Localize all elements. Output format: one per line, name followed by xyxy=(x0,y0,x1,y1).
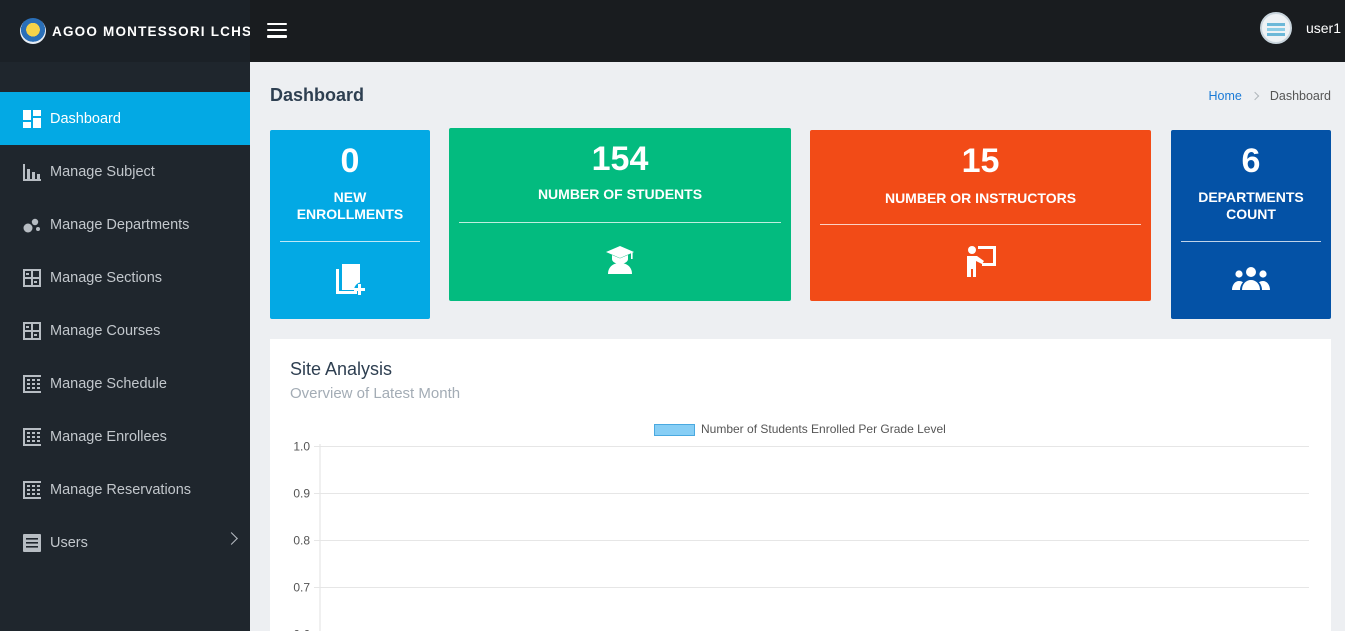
card-new-enrollments[interactable]: 0 NEW ENROLLMENTS xyxy=(270,130,430,319)
breadcrumb-separator-icon xyxy=(1250,91,1260,101)
sidebar-item-users[interactable]: Users xyxy=(0,516,250,569)
enrollment-chart: Number of Students Enrolled Per Grade Le… xyxy=(293,422,1309,631)
grid-icon xyxy=(22,321,42,340)
graduate-icon xyxy=(449,245,791,275)
user-name[interactable]: user1 xyxy=(1306,20,1341,36)
card-departments-count[interactable]: 6 DEPARTMENTS COUNT xyxy=(1171,130,1331,319)
table-icon xyxy=(22,427,42,446)
sidebar-item-dashboard[interactable]: Dashboard xyxy=(0,92,250,145)
sidebar-item-manage-departments[interactable]: Manage Departments xyxy=(0,198,250,251)
sidebar-nav: Dashboard Manage Subject Manage Departme… xyxy=(0,92,250,569)
bubbles-icon xyxy=(22,216,42,234)
card-divider xyxy=(1181,241,1321,242)
card-value: 15 xyxy=(961,142,1000,180)
y-tick-label: 1.0 xyxy=(293,440,310,454)
grid-icon xyxy=(22,268,42,287)
card-label-line: NEW xyxy=(333,189,367,205)
card-value: 0 xyxy=(340,142,360,180)
card-value: 6 xyxy=(1241,142,1261,180)
brand-name: AGOO MONTESSORI LCHS xyxy=(52,23,253,39)
table-icon xyxy=(22,374,42,393)
sidebar-item-label: Dashboard xyxy=(50,110,121,127)
site-analysis-panel: Site Analysis Overview of Latest Month N… xyxy=(270,339,1331,631)
legend-label: Number of Students Enrolled Per Grade Le… xyxy=(701,422,946,436)
card-label: NUMBER OR INSTRUCTORS xyxy=(884,190,1077,206)
teacher-board-icon xyxy=(810,244,1151,278)
breadcrumb: Home Dashboard xyxy=(1209,89,1332,103)
brand[interactable]: AGOO MONTESSORI LCHS xyxy=(0,0,253,62)
card-value: 154 xyxy=(591,140,649,178)
sidebar-item-manage-subject[interactable]: Manage Subject xyxy=(0,145,250,198)
school-logo xyxy=(20,18,46,44)
sidebar-item-label: Manage Schedule xyxy=(50,375,167,392)
sidebar-item-label: Manage Sections xyxy=(50,269,163,286)
breadcrumb-current: Dashboard xyxy=(1269,89,1331,103)
list-icon xyxy=(22,533,42,552)
y-tick-label: 0.7 xyxy=(293,581,310,595)
topbar: user1 xyxy=(250,0,1345,62)
card-number-of-students[interactable]: 154 NUMBER OF STUDENTS xyxy=(449,128,791,301)
sidebar-item-label: Manage Enrollees xyxy=(50,428,167,445)
sidebar: AGOO MONTESSORI LCHS Dashboard Manage Su… xyxy=(0,0,253,631)
page-title: Dashboard xyxy=(270,85,365,105)
avatar[interactable] xyxy=(1259,12,1292,44)
sidebar-item-manage-sections[interactable]: Manage Sections xyxy=(0,251,250,304)
user-menu[interactable]: user1 xyxy=(1259,12,1341,44)
add-book-icon xyxy=(270,263,430,295)
sidebar-item-label: Manage Subject xyxy=(50,163,155,180)
hamburger-icon[interactable] xyxy=(267,23,287,39)
card-divider xyxy=(820,224,1141,225)
dashboard-icon xyxy=(22,109,42,128)
y-tick-label: 0.9 xyxy=(293,487,310,501)
y-tick-label: 0.8 xyxy=(293,534,310,548)
bar-chart-icon xyxy=(22,163,42,181)
sidebar-item-manage-reservations[interactable]: Manage Reservations xyxy=(0,463,250,516)
card-label: DEPARTMENTS COUNT xyxy=(1171,189,1331,223)
card-divider xyxy=(459,222,781,223)
sidebar-item-manage-enrollees[interactable]: Manage Enrollees xyxy=(0,410,250,463)
card-label-line: DEPARTMENTS xyxy=(1198,189,1304,205)
sidebar-item-manage-schedule[interactable]: Manage Schedule xyxy=(0,357,250,410)
sidebar-item-label: Manage Departments xyxy=(50,216,190,233)
sidebar-item-label: Manage Reservations xyxy=(50,481,192,498)
table-icon xyxy=(22,480,42,499)
card-label: NEW ENROLLMENTS xyxy=(270,189,430,223)
legend-swatch xyxy=(654,424,695,436)
chevron-right-icon[interactable] xyxy=(225,532,238,545)
y-tick-label: 0.6 xyxy=(293,628,310,631)
card-label: NUMBER OF STUDENTS xyxy=(537,186,703,202)
card-label-line: COUNT xyxy=(1226,206,1276,222)
breadcrumb-home-link[interactable]: Home xyxy=(1209,89,1242,103)
card-divider xyxy=(280,241,420,242)
sidebar-item-label: Manage Courses xyxy=(50,322,161,339)
card-label-line: ENROLLMENTS xyxy=(296,206,404,222)
sidebar-item-manage-courses[interactable]: Manage Courses xyxy=(0,304,250,357)
sidebar-item-label: Users xyxy=(50,534,88,551)
card-number-of-instructors[interactable]: 15 NUMBER OR INSTRUCTORS xyxy=(810,130,1151,301)
users-group-icon xyxy=(1171,266,1331,292)
